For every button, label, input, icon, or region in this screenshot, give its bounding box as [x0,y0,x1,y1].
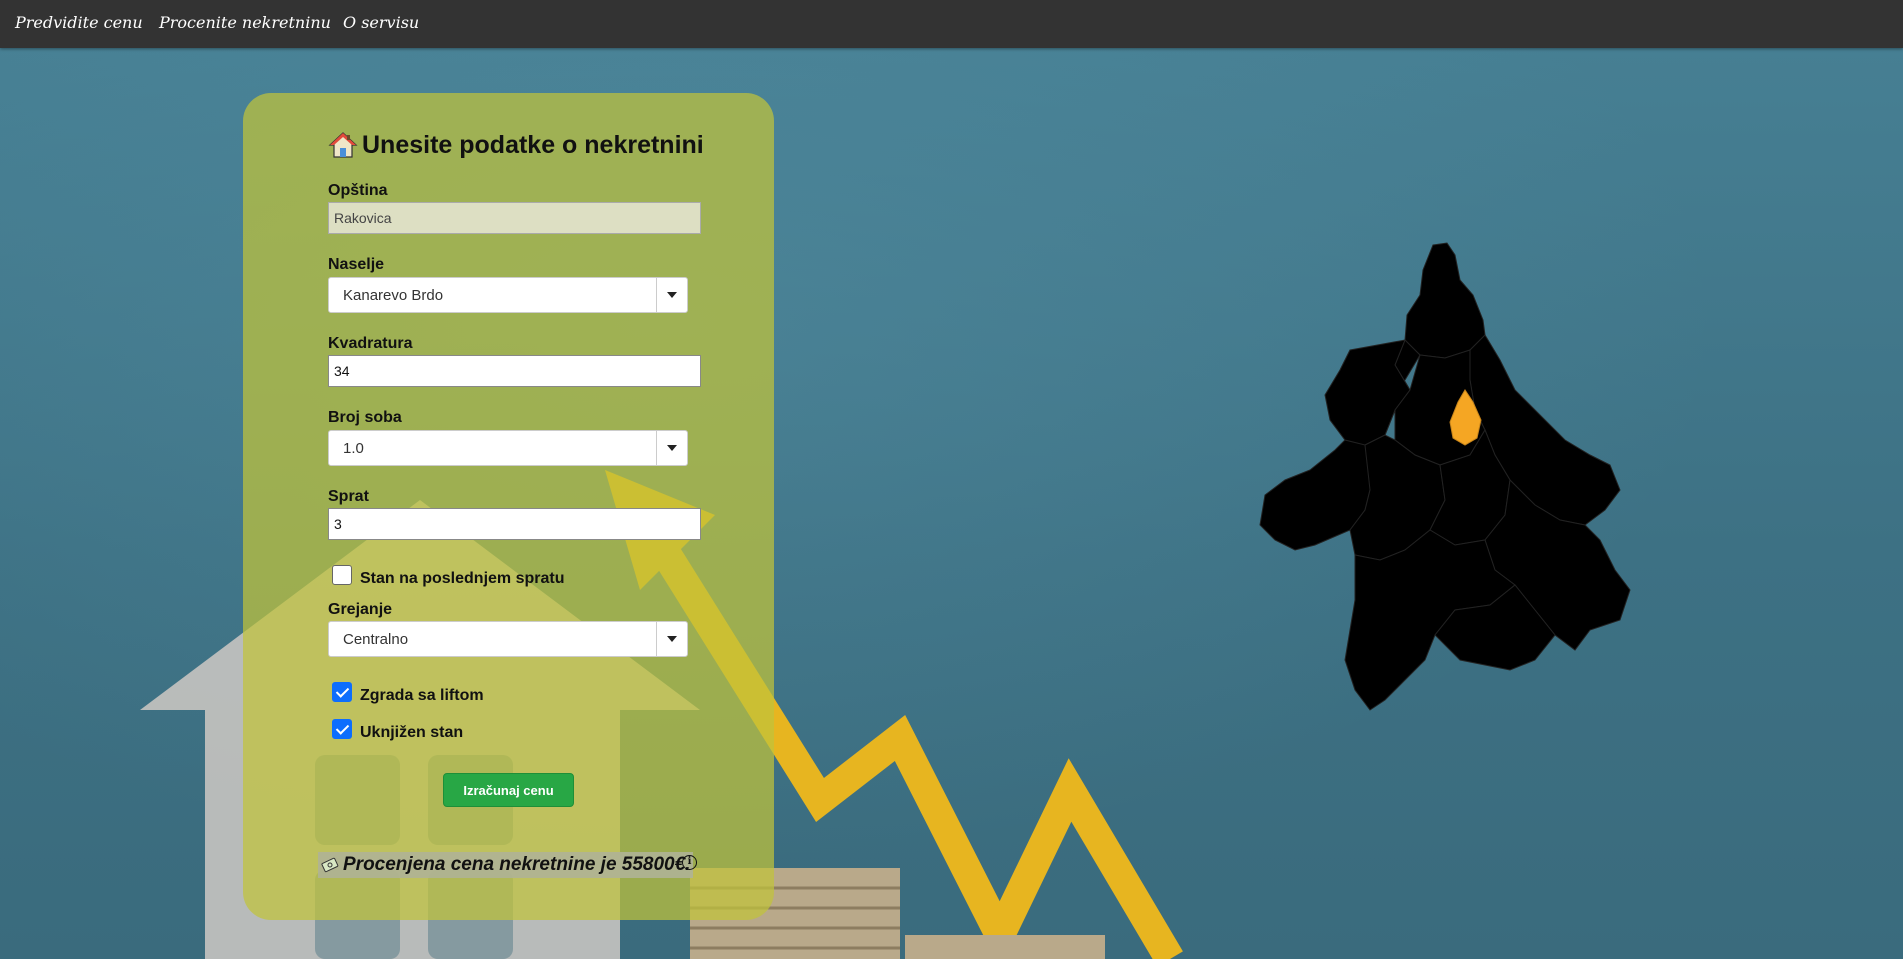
broj-soba-label: Broj soba [328,409,402,426]
grejanje-value: Centralno [343,631,409,648]
kvadratura-field[interactable] [328,355,701,387]
chevron-down-icon[interactable] [656,622,687,656]
kvadratura-label: Kvadratura [328,335,413,352]
grejanje-label: Grejanje [328,601,393,618]
estimated-price-result: Procenjena cena nekretnine je 55800€. [318,852,694,878]
uknjizen-checkbox[interactable] [332,719,352,739]
sprat-field[interactable] [328,508,701,540]
house-icon [328,132,358,158]
lift-checkbox[interactable] [332,682,352,702]
opstina-field[interactable] [328,202,701,234]
map-region-north[interactable] [1404,242,1486,359]
money-icon [321,857,339,873]
info-icon[interactable]: i [682,855,697,870]
estimated-price-text: Procenjena cena nekretnine je 55800€. [343,854,691,875]
belgrade-municipalities-map [1259,242,1631,711]
top-navbar: Predvidite cenu Procenite nekretninu O s… [0,0,1903,48]
naselje-select[interactable]: Kanarevo Brdo [328,277,688,313]
lift-label: Zgrada sa liftom [360,687,484,704]
izracunaj-cenu-button[interactable]: Izračunaj cenu [443,773,574,807]
broj-soba-select[interactable]: 1.0 [328,430,688,466]
chevron-down-icon[interactable] [656,278,687,312]
naselje-value: Kanarevo Brdo [343,287,444,304]
sprat-label: Sprat [328,488,369,505]
uknjizen-label: Uknjižen stan [360,724,464,741]
grejanje-select[interactable]: Centralno [328,621,688,657]
nav-o-servisu[interactable]: O servisu [343,13,419,32]
opstina-label: Opština [328,182,388,199]
poslednji-sprat-label: Stan na poslednjem spratu [360,570,565,587]
chevron-down-icon[interactable] [656,431,687,465]
form-title: Unesite podatke o nekretnini [328,130,704,160]
nav-predvidite-cenu[interactable]: Predvidite cenu [15,13,143,32]
naselje-label: Naselje [328,256,385,273]
form-title-text: Unesite podatke o nekretnini [362,130,704,159]
broj-soba-value: 1.0 [343,440,364,457]
poslednji-sprat-checkbox[interactable] [332,565,352,585]
nav-procenite-nekretninu[interactable]: Procenite nekretninu [159,13,331,32]
